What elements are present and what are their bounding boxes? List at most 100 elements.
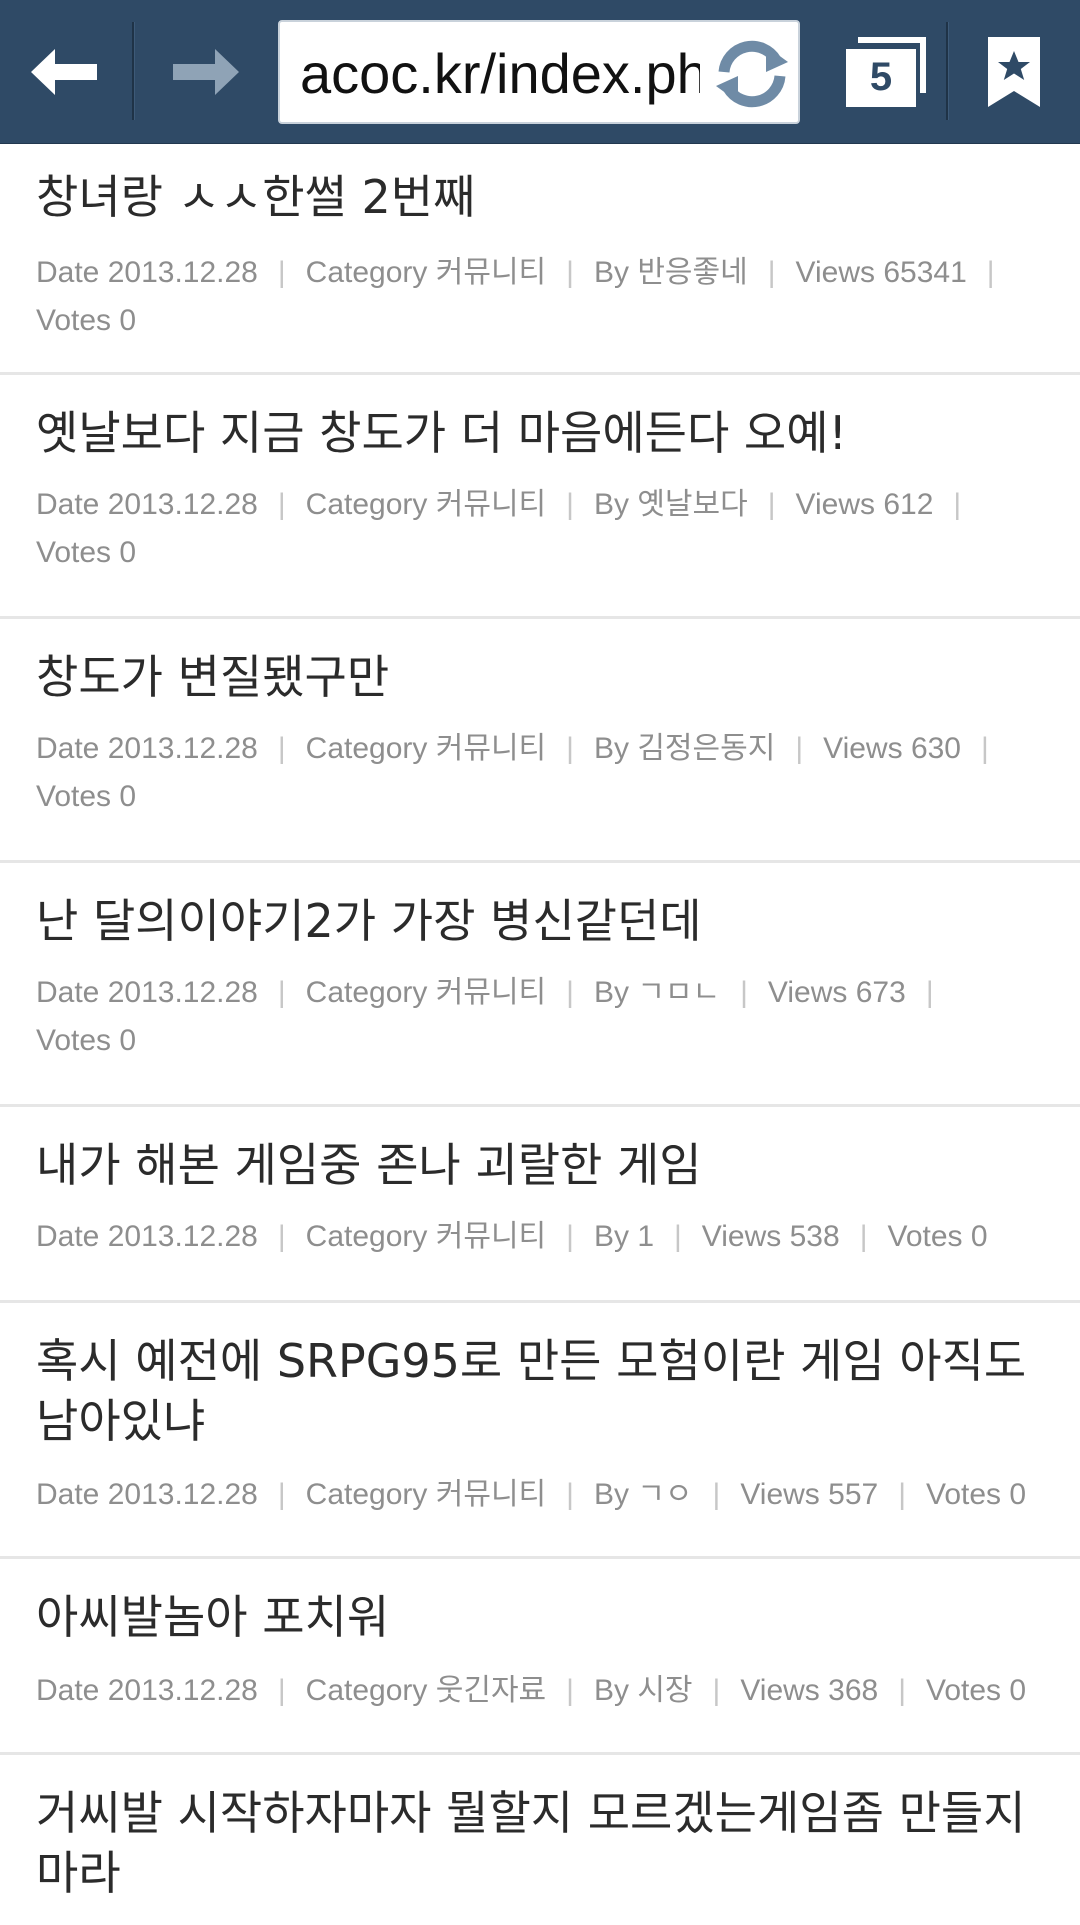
date-label: Date <box>36 732 100 765</box>
date-label: Date <box>36 976 100 1009</box>
post-views: 538 <box>789 1220 840 1253</box>
list-item[interactable]: 아씨발놈아 포치워 Date 2013.12.28 | Category 웃긴자료 |… <box>0 1559 1080 1755</box>
post-votes: 0 <box>119 536 137 569</box>
post-title[interactable]: 거씨발 시작하자마자 뭘할지 모르겠는게임좀 만들지마라 <box>36 1783 1040 1903</box>
category-label: Category <box>305 256 428 289</box>
post-category: 커뮤니티 <box>435 1478 547 1511</box>
by-label: By <box>593 256 629 289</box>
post-views: 612 <box>883 488 934 521</box>
by-label: By <box>593 732 629 765</box>
votes-label: Votes <box>36 536 112 569</box>
reload-icon[interactable] <box>710 32 794 116</box>
post-title[interactable]: 내가 해본 게임중 존나 괴랄한 게임 <box>36 1135 1040 1195</box>
post-author: ㄱㅇ <box>637 1478 693 1511</box>
url-text[interactable]: acoc.kr/index.php <box>300 38 700 110</box>
by-label: By <box>593 1220 629 1253</box>
list-item[interactable]: 옛날보다 지금 창도가 더 마음에든다 오예! Date 2013.12.28 |… <box>0 375 1080 619</box>
category-label: Category <box>305 732 428 765</box>
votes-label: Votes <box>926 1478 1002 1511</box>
views-label: Views <box>795 488 875 521</box>
post-date: 2013.12.28 <box>107 256 258 289</box>
post-title[interactable]: 창녀랑 ㅅㅅ한썰 2번째 <box>36 167 1040 227</box>
list-item[interactable]: 창도가 변질됐구만 Date 2013.12.28 | Category 커뮤니티 |… <box>0 619 1080 863</box>
date-label: Date <box>36 1674 100 1707</box>
post-meta: Date 2013.12.28 | Category 커뮤니티 | By 1 | Views… <box>36 1220 988 1253</box>
post-category: 커뮤니티 <box>435 256 547 289</box>
forward-button[interactable] <box>134 0 274 143</box>
by-label: By <box>593 1674 629 1707</box>
post-votes: 0 <box>119 304 137 337</box>
date-label: Date <box>36 488 100 521</box>
post-category: 커뮤니티 <box>435 732 547 765</box>
votes-label: Votes <box>926 1674 1002 1707</box>
post-votes: 0 <box>1009 1674 1027 1707</box>
post-author: 1 <box>637 1220 654 1253</box>
post-date: 2013.12.28 <box>107 732 258 765</box>
post-category: 커뮤니티 <box>435 1220 547 1253</box>
tabs-icon: 5 <box>846 36 930 107</box>
category-label: Category <box>305 488 428 521</box>
post-title[interactable]: 옛날보다 지금 창도가 더 마음에든다 오예! <box>36 403 1040 463</box>
category-label: Category <box>305 1478 428 1511</box>
post-author: 시장 <box>637 1674 693 1707</box>
post-title[interactable]: 난 달의이야기2가 가장 병신같던데 <box>36 891 1040 951</box>
tab-count: 5 <box>869 55 893 99</box>
post-date: 2013.12.28 <box>107 976 258 1009</box>
post-meta: Date 2013.12.28 | Category 커뮤니티 | By ㄱㅇ | View… <box>36 1478 1027 1511</box>
votes-label: Votes <box>36 780 112 813</box>
category-label: Category <box>305 1220 428 1253</box>
post-author: 옛날보다 <box>637 488 748 521</box>
post-meta: Date 2013.12.28 | Category 커뮤니티 | By 김정은동지 | V… <box>36 732 989 813</box>
bookmark-star-icon <box>988 36 1040 107</box>
url-bar[interactable]: acoc.kr/index.php <box>278 20 800 124</box>
post-date: 2013.12.28 <box>107 1674 258 1707</box>
post-meta: Date 2013.12.28 | Category 커뮤니티 | By 반응좋네 | Vi… <box>36 256 995 337</box>
post-views: 673 <box>855 976 906 1009</box>
by-label: By <box>593 976 629 1009</box>
post-votes: 0 <box>119 1024 137 1057</box>
post-author: 김정은동지 <box>637 732 776 765</box>
post-category: 웃긴자료 <box>435 1674 547 1707</box>
arrow-right-icon <box>173 48 239 95</box>
date-label: Date <box>36 1478 100 1511</box>
views-label: Views <box>701 1220 782 1253</box>
list-item[interactable]: 거씨발 시작하자마자 뭘할지 모르겠는게임좀 만들지마라 <box>0 1755 1080 1925</box>
arrow-left-icon <box>31 48 97 95</box>
post-views: 65341 <box>883 256 967 289</box>
post-category: 커뮤니티 <box>435 488 547 521</box>
post-meta: Date 2013.12.28 | Category 커뮤니티 | By 옛날보다 | Vi… <box>36 488 962 569</box>
list-item[interactable]: 창녀랑 ㅅㅅ한썰 2번째 Date 2013.12.28 | Category 커뮤… <box>0 143 1080 375</box>
post-date: 2013.12.28 <box>107 1478 258 1511</box>
back-button[interactable] <box>0 0 132 143</box>
post-author: 반응좋네 <box>637 256 748 289</box>
views-label: Views <box>795 256 875 289</box>
views-label: Views <box>740 1674 820 1707</box>
by-label: By <box>593 488 629 521</box>
post-category: 커뮤니티 <box>435 976 547 1009</box>
votes-label: Votes <box>887 1220 963 1253</box>
post-meta: Date 2013.12.28 | Category 웃긴자료 | By 시장 | View… <box>36 1674 1027 1707</box>
post-title[interactable]: 아씨발놈아 포치워 <box>36 1587 1040 1647</box>
bookmark-button[interactable] <box>948 0 1080 143</box>
post-votes: 0 <box>1009 1478 1027 1511</box>
list-item[interactable]: 혹시 예전에 SRPG95로 만든 모험이란 게임 아직도 남아있냐 Date … <box>0 1303 1080 1559</box>
post-votes: 0 <box>119 780 137 813</box>
post-views: 630 <box>910 732 961 765</box>
views-label: Views <box>740 1478 820 1511</box>
date-label: Date <box>36 1220 100 1253</box>
post-views: 368 <box>828 1674 879 1707</box>
views-label: Views <box>767 976 848 1009</box>
post-votes: 0 <box>970 1220 988 1253</box>
date-label: Date <box>36 256 100 289</box>
list-item[interactable]: 난 달의이야기2가 가장 병신같던데 Date 2013.12.28 | Categ… <box>0 863 1080 1107</box>
tabs-button[interactable]: 5 <box>830 0 946 143</box>
browser-toolbar: acoc.kr/index.php 5 <box>0 0 1080 144</box>
post-title[interactable]: 혹시 예전에 SRPG95로 만든 모험이란 게임 아직도 남아있냐 <box>36 1331 1040 1451</box>
post-date: 2013.12.28 <box>107 1220 258 1253</box>
votes-label: Votes <box>36 1024 112 1057</box>
post-title[interactable]: 창도가 변질됐구만 <box>36 647 1040 707</box>
list-item[interactable]: 내가 해본 게임중 존나 괴랄한 게임 Date 2013.12.28 | Cate… <box>0 1107 1080 1303</box>
post-views: 557 <box>828 1478 879 1511</box>
post-list: 창녀랑 ㅅㅅ한썰 2번째 Date 2013.12.28 | Category 커뮤… <box>0 143 1080 1925</box>
post-meta: Date 2013.12.28 | Category 커뮤니티 | By ㄱㅁㄴ | Vie… <box>36 976 934 1057</box>
